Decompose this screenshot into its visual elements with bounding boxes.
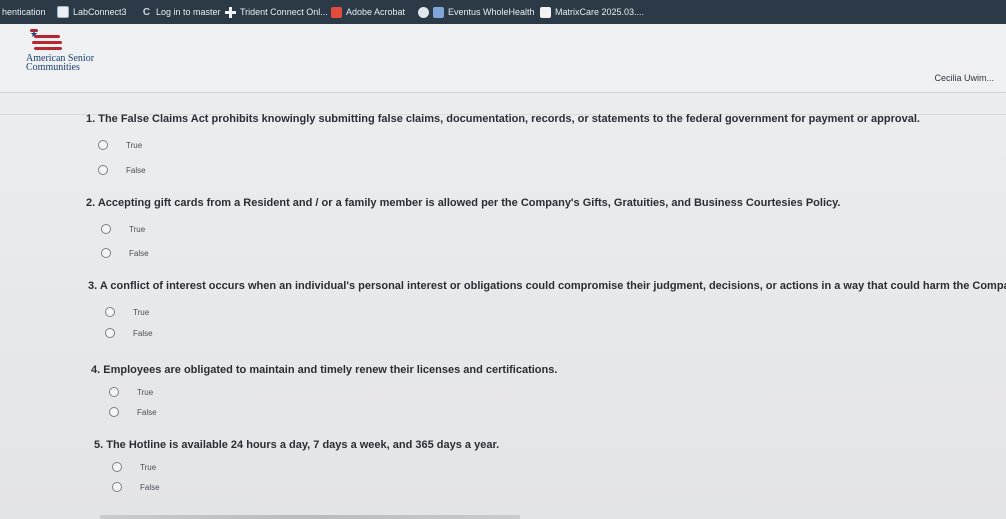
option-false[interactable]: False — [105, 328, 153, 338]
user-name[interactable]: Cecilia Uwim... — [934, 73, 994, 83]
radio-button[interactable] — [109, 407, 119, 417]
radio-button[interactable] — [112, 482, 122, 492]
option-label: True — [133, 307, 150, 317]
trident-icon — [225, 6, 236, 18]
option-false[interactable]: False — [101, 248, 149, 258]
logo-text: American Senior Communities — [26, 54, 94, 73]
logo-mark-icon: ★ — [26, 29, 66, 52]
bookmark-label: Adobe Acrobat — [346, 7, 406, 17]
acrobat-icon — [331, 6, 342, 18]
question-text: 4. Employees are obligated to maintain a… — [91, 364, 558, 376]
option-true[interactable]: True — [101, 224, 145, 234]
option-false[interactable]: False — [109, 407, 157, 417]
option-label: True — [140, 462, 157, 472]
bookmark-eventus-wholehealth[interactable]: Eventus WholeHealth — [418, 5, 535, 19]
bookmarks-bar: hentication LabConnect3 C Log in to mast… — [0, 0, 1006, 24]
radio-button[interactable] — [98, 140, 108, 150]
option-label: False — [140, 482, 160, 492]
option-false[interactable]: False — [98, 165, 146, 175]
labconnect-icon — [57, 6, 69, 18]
option-true[interactable]: True — [112, 462, 156, 472]
question-2: 2. Accepting gift cards from a Resident … — [86, 197, 840, 209]
page-content: ★ American Senior Communities Cecilia Uw… — [0, 24, 1006, 519]
option-label: False — [126, 165, 146, 175]
option-label: True — [137, 387, 154, 397]
page-header: ★ American Senior Communities Cecilia Uw… — [0, 24, 1006, 93]
option-label: False — [137, 407, 157, 417]
radio-button[interactable] — [112, 462, 122, 472]
bookmark-label: Trident Connect Onl... — [240, 7, 328, 17]
radio-button[interactable] — [109, 387, 119, 397]
option-label: True — [126, 140, 143, 150]
question-1: 1. The False Claims Act prohibits knowin… — [86, 113, 920, 125]
option-label: False — [129, 248, 149, 258]
radio-button[interactable] — [105, 307, 115, 317]
matrixcare-icon — [540, 6, 551, 18]
option-true[interactable]: True — [105, 307, 149, 317]
bookmark-label: LabConnect3 — [73, 7, 127, 17]
question-text: 2. Accepting gift cards from a Resident … — [86, 197, 841, 209]
radio-button[interactable] — [98, 165, 108, 175]
question-text: 3. A conflict of interest occurs when an… — [88, 280, 1006, 292]
page-bottom-edge — [100, 515, 520, 519]
bookmark-label: Log in to master — [156, 7, 221, 17]
bookmark-adobe-acrobat[interactable]: Adobe Acrobat — [331, 5, 405, 19]
bookmark-authentication[interactable]: hentication — [2, 5, 46, 19]
bookmark-label: Eventus WholeHealth — [448, 7, 535, 17]
option-true[interactable]: True — [109, 387, 153, 397]
wholehealth-icon — [433, 6, 444, 18]
bookmark-label: hentication — [2, 7, 46, 17]
radio-button[interactable] — [101, 248, 111, 258]
bookmark-matrixcare[interactable]: MatrixCare 2025.03.... — [540, 5, 644, 19]
company-logo[interactable]: ★ American Senior Communities — [26, 29, 94, 73]
c-icon: C — [142, 6, 151, 18]
question-3: 3. A conflict of interest occurs when an… — [88, 280, 1006, 292]
logo-star-icon: ★ — [30, 29, 39, 39]
option-label: True — [129, 224, 146, 234]
question-5: 5. The Hotline is available 24 hours a d… — [94, 439, 499, 451]
bookmark-trident-connect[interactable]: Trident Connect Onl... — [225, 5, 328, 19]
question-text: 1. The False Claims Act prohibits knowin… — [86, 113, 920, 125]
bookmark-label: MatrixCare 2025.03.... — [555, 7, 645, 17]
question-text: 5. The Hotline is available 24 hours a d… — [94, 439, 500, 451]
option-false[interactable]: False — [112, 482, 160, 492]
bookmark-labconnect[interactable]: LabConnect3 — [57, 5, 127, 19]
eventus-icon — [418, 6, 429, 18]
option-true[interactable]: True — [98, 140, 142, 150]
logo-line2: Communities — [26, 62, 80, 73]
radio-button[interactable] — [105, 328, 115, 338]
radio-button[interactable] — [101, 224, 111, 234]
bookmark-log-in-to-master[interactable]: C Log in to master — [141, 5, 221, 19]
option-label: False — [133, 328, 153, 338]
question-4: 4. Employees are obligated to maintain a… — [91, 364, 557, 376]
